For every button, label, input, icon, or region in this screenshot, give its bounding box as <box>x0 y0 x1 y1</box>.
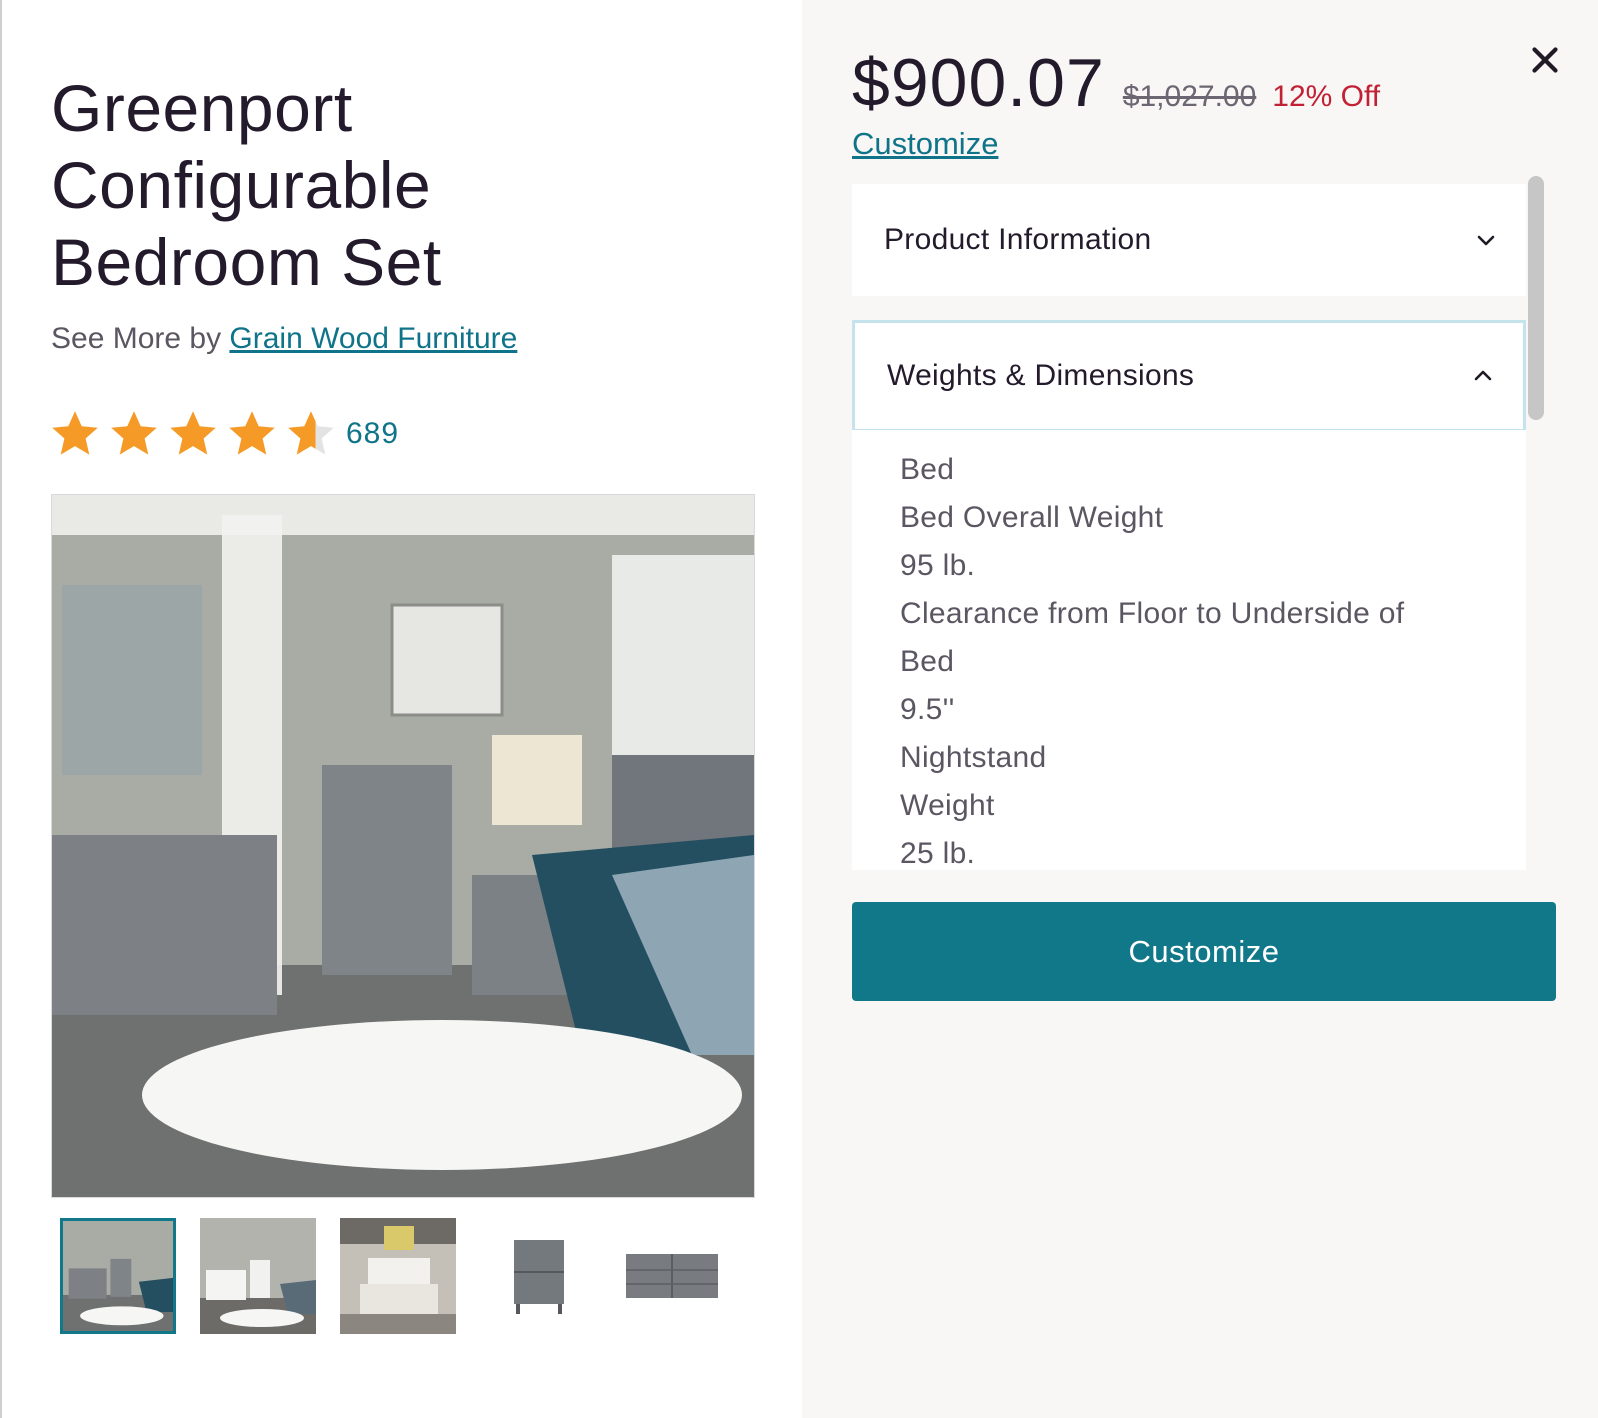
discount-badge: 12% Off <box>1272 80 1381 113</box>
thumbnail-bedroom-scene[interactable] <box>60 1218 176 1334</box>
see-more-prefix: See More by <box>51 322 230 355</box>
price-original: $1,027.00 <box>1122 80 1257 113</box>
weights-dimensions-content: Bed Bed Overall Weight 95 lb. Clearance … <box>852 430 1526 870</box>
product-title-line-1: Greenport <box>51 71 353 145</box>
main-product-image[interactable] <box>51 494 755 1198</box>
dimension-item: Weight <box>900 789 995 822</box>
product-gallery-panel: Greenport Configurable Bedroom Set See M… <box>0 0 802 1418</box>
chevron-up-icon <box>1474 370 1492 381</box>
dimension-item: Bed <box>900 453 955 486</box>
rating-summary[interactable]: 689 <box>49 410 399 458</box>
accordion-label: Product Information <box>884 223 1152 256</box>
close-icon[interactable] <box>1527 42 1563 78</box>
star-icon <box>111 411 157 455</box>
thumbnail-white-bedroom[interactable] <box>200 1218 316 1334</box>
scrollbar-thumb[interactable] <box>1528 176 1544 420</box>
accordion-scroll-area[interactable]: Product Information Weights & Dimensions… <box>852 170 1555 870</box>
dimension-item: Clearance from Floor to Underside of <box>900 597 1405 630</box>
product-title: Greenport Configurable Bedroom Set <box>51 70 571 301</box>
star-half-icon <box>288 411 334 455</box>
accordion-product-information[interactable]: Product Information <box>852 184 1526 296</box>
dimension-item: 95 lb. <box>900 549 976 582</box>
modal-edge <box>0 0 2 1418</box>
thumbnail-bed-wall-art[interactable] <box>340 1218 456 1334</box>
chevron-down-icon <box>1477 235 1495 246</box>
star-icon <box>229 411 275 455</box>
price-row: $900.07 $1,027.00 12% Off <box>852 44 1380 122</box>
star-icon <box>52 411 98 455</box>
brand-link[interactable]: Grain Wood Furniture <box>229 322 517 355</box>
accordion-label: Weights & Dimensions <box>887 359 1195 392</box>
product-title-line-3: Bedroom Set <box>51 225 442 299</box>
dimension-item: 9.5'' <box>900 693 955 726</box>
dimension-list: Bed Bed Overall Weight 95 lb. Clearance … <box>900 446 1460 870</box>
accordion-weights-dimensions[interactable]: Weights & Dimensions <box>852 320 1526 432</box>
thumbnail-dresser[interactable] <box>620 1218 736 1334</box>
star-icon <box>170 411 216 455</box>
price-current: $900.07 <box>852 45 1105 121</box>
product-title-line-2: Configurable <box>51 148 432 222</box>
dimension-item: 25 lb. <box>900 837 976 870</box>
customize-link[interactable]: Customize <box>852 126 998 162</box>
dimension-item: Bed <box>900 645 955 678</box>
dimension-item: Nightstand <box>900 741 1047 774</box>
see-more-by: See More by Grain Wood Furniture <box>51 322 517 356</box>
customize-button[interactable]: Customize <box>852 902 1556 1001</box>
review-count[interactable]: 689 <box>346 417 399 451</box>
thumbnail-nightstand[interactable] <box>480 1218 596 1334</box>
dimension-item: Bed Overall Weight <box>900 501 1164 534</box>
